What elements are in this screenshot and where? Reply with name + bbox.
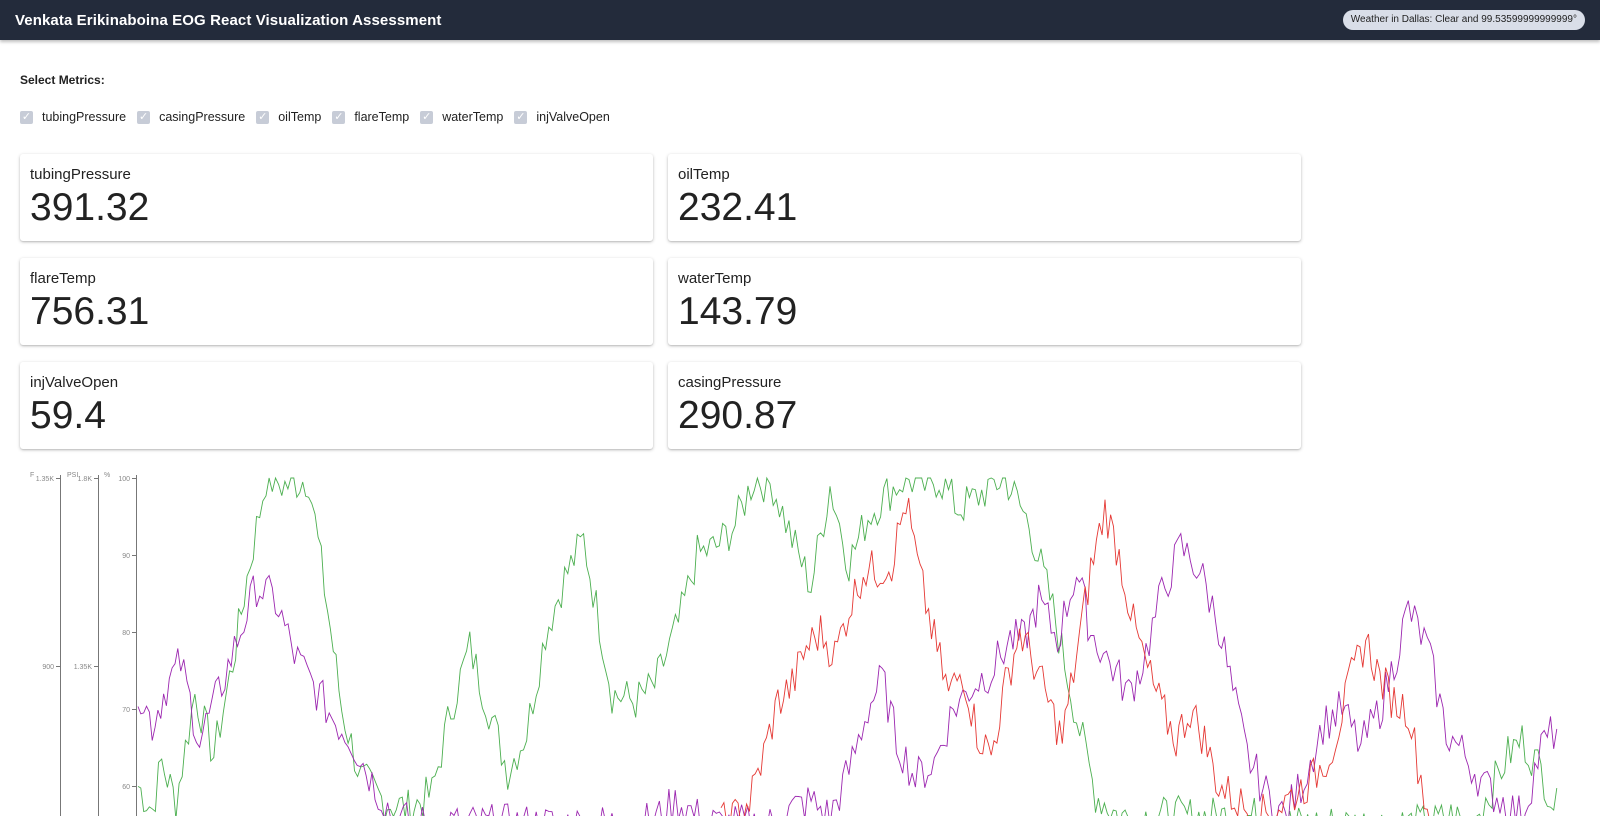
series-line-red xyxy=(720,497,1430,816)
metric-option-label: waterTemp xyxy=(442,110,504,124)
metric-option-label: flareTemp xyxy=(354,110,410,124)
select-metrics-label: Select Metrics: xyxy=(20,73,105,87)
series-layer xyxy=(137,476,1558,816)
metric-card-title: oilTemp xyxy=(678,166,730,183)
metric-card-value: 143.79 xyxy=(678,290,798,333)
metric-card-title: casingPressure xyxy=(678,374,782,391)
metric-option-oil-temp[interactable]: ✓ oilTemp xyxy=(256,110,321,124)
series-line-green xyxy=(137,476,1558,816)
checkbox-checked-icon[interactable]: ✓ xyxy=(514,110,528,124)
y-axis-unit-label: F xyxy=(30,472,34,479)
checkbox-checked-icon[interactable]: ✓ xyxy=(420,110,434,124)
y-axis-temperature: F 1.35K 900 xyxy=(30,472,61,816)
checkbox-checked-icon[interactable]: ✓ xyxy=(137,110,151,124)
y-axis-unit-label: % xyxy=(104,472,110,479)
checkbox-checked-icon[interactable]: ✓ xyxy=(256,110,270,124)
metric-card-value: 59.4 xyxy=(30,394,106,437)
y-axis-tick-label: 70 xyxy=(122,707,130,714)
y-axis-tick-label: 900 xyxy=(42,664,54,671)
checkbox-checked-icon[interactable]: ✓ xyxy=(332,110,346,124)
metric-card-flare-temp: flareTemp 756.31 xyxy=(20,258,653,345)
metric-card-oil-temp: oilTemp 232.41 xyxy=(668,154,1301,241)
y-axis-tick-label: 100 xyxy=(118,476,130,483)
metric-card-title: injValveOpen xyxy=(30,374,119,391)
metric-option-label: tubingPressure xyxy=(42,110,127,124)
checkbox-checked-icon[interactable]: ✓ xyxy=(20,110,33,124)
app-bar: Venkata Erikinaboina EOG React Visualiza… xyxy=(0,0,1600,40)
y-axis-tick-label: 1.8K xyxy=(78,476,93,483)
y-axis-percent: % 100 90 80 70 60 xyxy=(104,472,137,816)
y-axis-pressure: PSI 1.8K 1.35K xyxy=(67,472,99,816)
metric-option-water-temp[interactable]: ✓ waterTemp xyxy=(420,110,503,124)
metric-card-title: tubingPressure xyxy=(30,166,131,183)
metric-card-tubing-pressure: tubingPressure 391.32 xyxy=(20,154,653,241)
metrics-line-chart[interactable]: F 1.35K 900 PSI 1.8K 1.35K % 100 90 80 7… xyxy=(0,466,1600,816)
metric-card-title: waterTemp xyxy=(678,270,752,287)
metric-option-label: injValveOpen xyxy=(536,110,610,124)
metric-card-value: 756.31 xyxy=(30,290,150,333)
metric-card-inj-valve-open: injValveOpen 59.4 xyxy=(20,362,653,449)
metric-card-value: 391.32 xyxy=(30,186,150,229)
weather-chip[interactable]: Weather in Dallas: Clear and 99.53599999… xyxy=(1342,10,1585,30)
metric-card-value: 232.41 xyxy=(678,186,798,229)
y-axis-tick-label: 80 xyxy=(122,630,130,637)
metric-option-label: oilTemp xyxy=(278,110,322,124)
metric-option-casing-pressure[interactable]: ✓ casingPressure xyxy=(137,110,245,124)
metric-option-inj-valve-open[interactable]: ✓ injValveOpen xyxy=(514,110,610,124)
metric-card-title: flareTemp xyxy=(30,270,96,287)
y-axis-tick-label: 90 xyxy=(122,553,130,560)
y-axis-tick-label: 1.35K xyxy=(74,664,93,671)
metric-checkbox-group: ✓ tubingPressure ✓ casingPressure ✓ oilT… xyxy=(20,110,621,124)
app-title: Venkata Erikinaboina EOG React Visualiza… xyxy=(15,11,442,29)
metric-card-water-temp: waterTemp 143.79 xyxy=(668,258,1301,345)
metric-option-label: casingPressure xyxy=(159,110,246,124)
metric-option-tubing-pressure[interactable]: ✓ tubingPressure xyxy=(20,110,126,124)
y-axis-tick-label: 1.35K xyxy=(36,476,55,483)
metric-card-value: 290.87 xyxy=(678,394,798,437)
metric-option-flare-temp[interactable]: ✓ flareTemp xyxy=(332,110,409,124)
y-axis-tick-label: 60 xyxy=(122,784,130,791)
metric-card-casing-pressure: casingPressure 290.87 xyxy=(668,362,1301,449)
